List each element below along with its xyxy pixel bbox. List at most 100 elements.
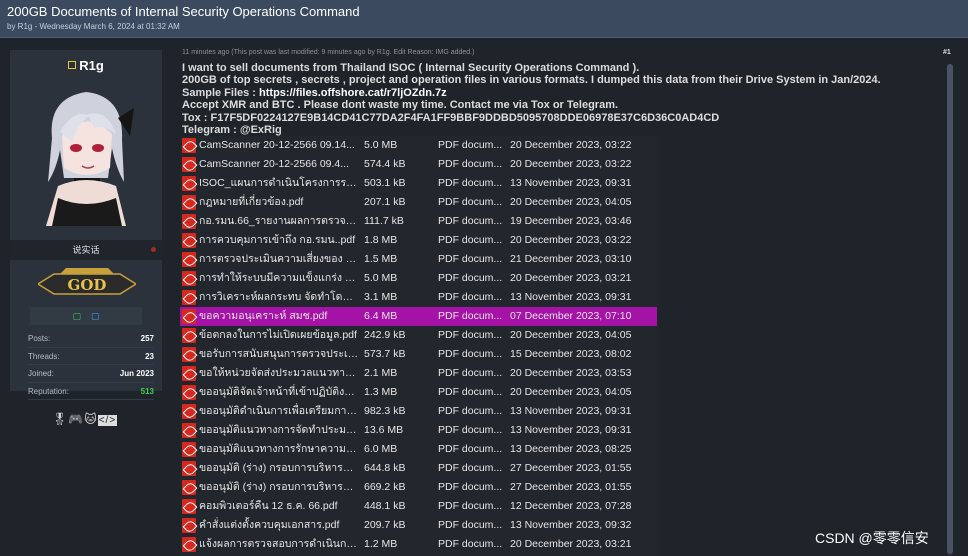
file-type: PDF docum... bbox=[438, 481, 503, 493]
file-type: PDF docum... bbox=[438, 234, 503, 246]
file-type: PDF docum... bbox=[438, 329, 503, 341]
user-title: 说实话 bbox=[72, 245, 100, 255]
stat-value[interactable]: 513 bbox=[141, 383, 154, 400]
username[interactable]: R1g bbox=[10, 58, 162, 73]
file-type: PDF docum... bbox=[438, 519, 503, 531]
file-row[interactable]: ขออนุมัติ (ร่าง) กรอบการบริหารจัด... 644.… bbox=[180, 459, 657, 478]
file-row[interactable]: การตรวจประเมินความเสี่ยงของ ศต... 1.5 MB P… bbox=[180, 250, 657, 269]
mini-badges: ▢ ▢ bbox=[30, 307, 142, 325]
file-row[interactable]: ขอรับการสนับสนุนการตรวจประเมิน... 573.7 k… bbox=[180, 345, 657, 364]
file-row[interactable]: การควบคุมการเข้าถึง กอ.รมน..pdf 1.8 MB PDF… bbox=[180, 231, 657, 250]
gamepad-icon[interactable]: 🎮 bbox=[68, 412, 84, 426]
file-name: CamScanner 20-12-2566 09.14... bbox=[199, 139, 355, 151]
stat-label: Threads: bbox=[28, 351, 60, 361]
post-meta: 11 minutes ago (This post was last modif… bbox=[182, 49, 475, 56]
stat-label: Posts: bbox=[28, 334, 51, 343]
user-panel: R1g 说实话 GOD ▢ ▢ Posts: 257 Threads: 23 J… bbox=[10, 50, 162, 426]
green-badge-icon: ▢ bbox=[72, 311, 81, 321]
file-row[interactable]: กฎหมายที่เกี่ยวข้อง.pdf 207.1 kB PDF docum… bbox=[180, 193, 657, 212]
stat-reputation[interactable]: Reputation: 513 bbox=[28, 383, 154, 400]
file-size: 6.0 MB bbox=[364, 443, 398, 455]
file-date: 19 December 2023, 03:46 bbox=[510, 215, 632, 227]
file-date: 20 December 2023, 03:22 bbox=[510, 158, 632, 170]
file-size: 3.1 MB bbox=[364, 291, 398, 303]
file-name: CamScanner 20-12-2566 09.4... bbox=[199, 158, 350, 170]
file-row[interactable]: ข้อตกลงในการไม่เปิดเผยข้อมูล.pdf 242.9 kB… bbox=[180, 326, 657, 345]
file-type: PDF docum... bbox=[438, 310, 503, 322]
thread-header: 200GB Documents of Internal Security Ope… bbox=[0, 0, 968, 38]
file-size: 2.1 MB bbox=[364, 367, 398, 379]
code-icon[interactable]: </> bbox=[97, 415, 118, 426]
file-name: ขอรับการสนับสนุนการตรวจประเมิน... bbox=[199, 348, 359, 360]
file-row[interactable]: ขออนุมัติดำเนินการเพื่อเตรียมการรั... 982… bbox=[180, 402, 657, 421]
file-row[interactable]: ขออนุมัติแนวทางการรักษาความมั่น... 6.0 MB… bbox=[180, 440, 657, 459]
file-type: PDF docum... bbox=[438, 291, 503, 303]
file-name: ขออนุมัติจัดเจ้าหน้าที่เข้าปฏิบัติงาน... bbox=[199, 386, 359, 398]
avatar[interactable] bbox=[38, 78, 134, 226]
status-dot bbox=[151, 247, 156, 252]
pdf-icon bbox=[182, 195, 196, 210]
file-row[interactable]: คอมพิวเตอร์คืน 12 ธ.ค. 66.pdf 448.1 kB PDF… bbox=[180, 497, 657, 516]
file-row[interactable]: กอ.รมน.66_รายงานผลการตรวจส... 111.7 kB PDF… bbox=[180, 212, 657, 231]
file-row[interactable]: ขออนุมัติจัดเจ้าหน้าที่เข้าปฏิบัติงาน...… bbox=[180, 383, 657, 402]
sample-label: Sample Files : bbox=[182, 86, 260, 99]
thread-title[interactable]: 200GB Documents of Internal Security Ope… bbox=[7, 4, 961, 20]
file-type: PDF docum... bbox=[438, 500, 503, 512]
user-title-bar: 说实话 bbox=[10, 240, 162, 260]
file-name: การทำให้ระบบมีความแข็งแกร่ง กอ.... bbox=[199, 272, 359, 284]
file-row[interactable]: ISOC_แผนการดำเนินโครงการระยะ... 503.1 kB P… bbox=[180, 174, 657, 193]
stat-value: 23 bbox=[145, 351, 154, 361]
file-name: ขออนุมัติ (ร่าง) กรอบการบริหารจัด... bbox=[199, 462, 359, 474]
pdf-icon bbox=[182, 347, 196, 362]
file-date: 20 December 2023, 04:05 bbox=[510, 329, 632, 341]
rank-text: GOD bbox=[68, 276, 107, 294]
pdf-icon bbox=[182, 537, 196, 552]
pdf-icon bbox=[182, 461, 196, 476]
username-text[interactable]: R1g bbox=[79, 58, 104, 73]
post-line: Telegram : @ExRig bbox=[182, 124, 282, 137]
scrollbar-thumb[interactable] bbox=[947, 64, 953, 554]
file-row[interactable]: แจ้งผลการตรวจสอบการดำเนินการ... 1.2 MB PDF… bbox=[180, 535, 657, 554]
file-row[interactable]: ขออนุมัติ (ร่าง) กรอบการบริหารจัด... 669.… bbox=[180, 478, 657, 497]
file-row[interactable]: คำสั่งแต่งตั้งควบคุมเอกสาร.pdf 209.7 kB PD… bbox=[180, 516, 657, 535]
medal-icon[interactable]: 🎖 bbox=[52, 412, 68, 426]
file-size: 448.1 kB bbox=[364, 500, 406, 512]
scrollbar[interactable] bbox=[947, 64, 953, 556]
file-row[interactable]: การทำให้ระบบมีความแข็งแกร่ง กอ.... 5.0 MB… bbox=[180, 269, 657, 288]
file-date: 20 December 2023, 03:22 bbox=[510, 234, 632, 246]
file-type: PDF docum... bbox=[438, 253, 503, 265]
file-row[interactable]: ขอให้หน่วยจัดส่งประมวลแนวทางป... 2.1 MB PD… bbox=[180, 364, 657, 383]
post-number[interactable]: #1 bbox=[943, 49, 951, 56]
file-row[interactable]: ขออนุมัติแนวทางการจัดทำประมวล ... 13.6 MB… bbox=[180, 421, 657, 440]
stat-label: Reputation: bbox=[28, 386, 69, 396]
file-size: 573.7 kB bbox=[364, 348, 406, 360]
file-type: PDF docum... bbox=[438, 367, 503, 379]
pdf-icon bbox=[182, 366, 196, 381]
file-date: 20 December 2023, 03:22 bbox=[510, 139, 632, 151]
file-name: การควบคุมการเข้าถึง กอ.รมน..pdf bbox=[199, 234, 356, 246]
file-size: 669.2 kB bbox=[364, 481, 406, 493]
pdf-icon bbox=[182, 442, 196, 457]
file-name: คอมพิวเตอร์คืน 12 ธ.ค. 66.pdf bbox=[199, 500, 338, 512]
file-date: 13 November 2023, 09:31 bbox=[510, 291, 632, 303]
file-size: 5.0 MB bbox=[364, 139, 398, 151]
sample-link[interactable]: https://files.offshore.cat/r7ljOZdn.7z bbox=[259, 87, 447, 99]
file-row[interactable]: ขอความอนุเคราะห์ สมช.pdf 6.4 MB PDF docum.… bbox=[180, 307, 657, 326]
file-size: 5.0 MB bbox=[364, 272, 398, 284]
file-type: PDF docum... bbox=[438, 538, 503, 550]
file-type: PDF docum... bbox=[438, 177, 503, 189]
pdf-icon bbox=[182, 252, 196, 267]
file-date: 13 December 2023, 08:25 bbox=[510, 443, 632, 455]
file-type: PDF docum... bbox=[438, 196, 503, 208]
user-stats: Posts: 257 Threads: 23 Joined: Jun 2023 … bbox=[28, 330, 154, 400]
user-tag-icon bbox=[68, 61, 77, 69]
stat-joined: Joined: Jun 2023 bbox=[28, 365, 154, 383]
file-size: 503.1 kB bbox=[364, 177, 406, 189]
file-row[interactable]: CamScanner 20-12-2566 09.14... 5.0 MB PDF … bbox=[180, 136, 657, 155]
cat-icon[interactable]: 🐱 bbox=[84, 412, 98, 426]
post-line: 200GB of top secrets , secrets , project… bbox=[182, 74, 881, 87]
stat-value: Jun 2023 bbox=[119, 369, 154, 378]
file-row[interactable]: CamScanner 20-12-2566 09.4... 574.4 kB PDF… bbox=[180, 155, 657, 174]
file-name: การวิเคราะห์ผลกระทบ จัดทำโดย ส่ว... bbox=[199, 291, 359, 303]
file-row[interactable]: การวิเคราะห์ผลกระทบ จัดทำโดย ส่ว... 3.1 M… bbox=[180, 288, 657, 307]
